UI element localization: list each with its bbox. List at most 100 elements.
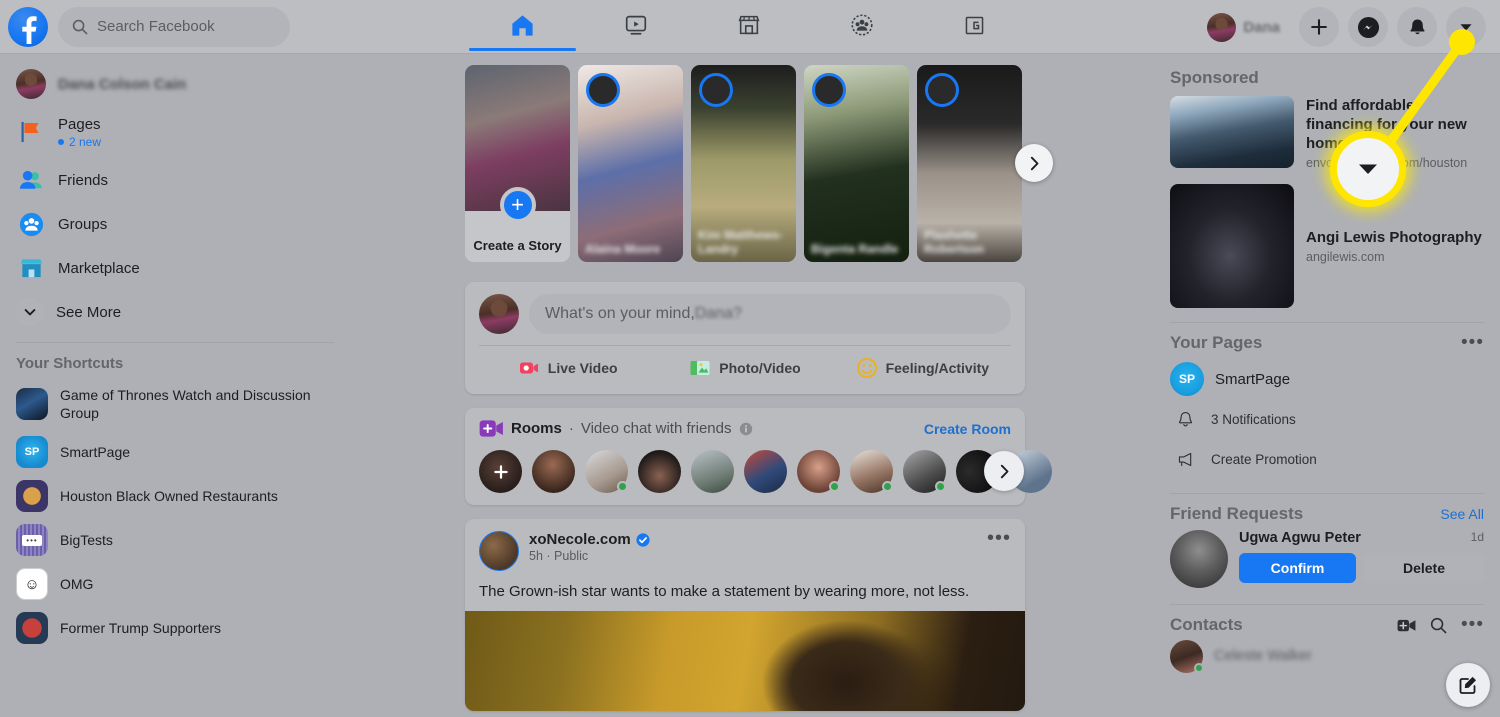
page-notifications-row[interactable]: 3 Notifications — [1170, 399, 1484, 439]
delete-button[interactable]: Delete — [1364, 553, 1484, 583]
room-participant-avatar[interactable] — [638, 450, 681, 493]
rooms-next-button[interactable] — [984, 451, 1024, 491]
sidebar-item-label: See More — [56, 303, 122, 321]
sidebar-item-profile[interactable]: Dana Colson Cain — [8, 62, 342, 106]
notifications-button[interactable] — [1397, 7, 1437, 47]
feeling-activity-button[interactable]: Feeling/Activity — [834, 346, 1011, 390]
shortcut-thumbnail: SP — [16, 436, 48, 468]
avatar[interactable] — [479, 531, 519, 571]
chevron-right-icon — [1030, 156, 1038, 170]
create-story-card[interactable]: + Create a Story — [465, 65, 570, 262]
story-author-ring — [925, 73, 959, 107]
plus-icon — [1311, 19, 1327, 35]
story-author-name: Alaina Moore — [585, 242, 661, 256]
create-room-avatar[interactable] — [479, 450, 522, 493]
tab-gaming[interactable] — [918, 0, 1031, 50]
composer-input[interactable]: What's on your mind, Dana? — [529, 294, 1011, 334]
online-dot-icon — [1194, 662, 1204, 673]
info-icon[interactable] — [739, 422, 753, 436]
live-video-button[interactable]: Live Video — [479, 346, 656, 390]
tab-groups[interactable] — [805, 0, 918, 50]
sidebar-item-pages[interactable]: Pages 2 new — [8, 106, 342, 158]
groups-icon — [850, 14, 873, 36]
shortcut-thumbnail: ••• — [16, 524, 48, 556]
messenger-button[interactable] — [1348, 7, 1388, 47]
news-feed: + Create a Story Alaina Moore Kim Matthe… — [465, 54, 1053, 717]
sponsored-ad[interactable]: Find affordable financing for your new h… — [1170, 96, 1484, 170]
shortcut-item[interactable]: Game of Thrones Watch and Discussion Gro… — [8, 378, 342, 430]
create-menu-button[interactable] — [1299, 7, 1339, 47]
sidebar-item-see-more[interactable]: See More — [8, 290, 342, 334]
action-label: Live Video — [547, 360, 618, 376]
room-participant-avatar[interactable] — [532, 450, 575, 493]
tab-watch[interactable] — [579, 0, 692, 50]
room-participant-avatar[interactable] — [585, 450, 628, 493]
shortcut-item[interactable]: Former Trump Supporters — [8, 606, 342, 650]
story-author-name: Bigenta Randle — [811, 242, 899, 256]
marketplace-icon — [16, 253, 46, 283]
post-header: xoNecole.com 5h · Public ••• — [465, 519, 1025, 571]
contact-item[interactable]: Celeste Walker — [1170, 635, 1484, 677]
sidebar-item-groups[interactable]: Groups — [8, 202, 342, 246]
avatar — [1170, 639, 1204, 673]
post-menu-button[interactable]: ••• — [987, 528, 1011, 548]
post-author[interactable]: xoNecole.com — [529, 531, 650, 548]
active-tab-indicator — [469, 48, 576, 51]
megaphone-icon — [1170, 444, 1200, 474]
tab-marketplace[interactable] — [692, 0, 805, 50]
room-participant-avatar[interactable] — [797, 450, 840, 493]
video-room-icon[interactable] — [1397, 618, 1416, 633]
create-room-button[interactable]: Create Room — [924, 421, 1011, 437]
ad-title: Angi Lewis Photography — [1306, 229, 1482, 246]
shortcut-label: Game of Thrones Watch and Discussion Gro… — [60, 387, 311, 421]
room-participant-avatar[interactable] — [903, 450, 946, 493]
story-card[interactable]: Kim Matthews-Landry — [691, 65, 796, 262]
marketplace-icon — [738, 15, 759, 35]
messenger-icon — [1357, 16, 1379, 38]
chevron-down-icon — [1359, 164, 1377, 174]
shortcut-item[interactable]: SP SmartPage — [8, 430, 342, 474]
feeling-activity-icon — [856, 358, 877, 378]
post-image[interactable] — [465, 611, 1025, 711]
verified-badge-icon — [636, 532, 650, 547]
shortcut-label: SmartPage — [60, 444, 131, 460]
room-participant-avatar[interactable] — [744, 450, 787, 493]
search-placeholder: Search Facebook — [97, 18, 215, 35]
story-card[interactable]: Plashette Robertson — [917, 65, 1022, 262]
room-participant-avatar[interactable] — [850, 450, 893, 493]
sidebar-item-marketplace[interactable]: Marketplace — [8, 246, 342, 290]
rooms-header: Rooms · Video chat with friends Create R… — [479, 419, 1011, 438]
account-profile-chip[interactable]: Dana — [1203, 9, 1290, 46]
story-card[interactable]: Alaina Moore — [578, 65, 683, 262]
confirm-button[interactable]: Confirm — [1239, 553, 1356, 583]
page-item-smartpage[interactable]: SP SmartPage — [1170, 359, 1484, 399]
your-pages-menu-button[interactable]: ••• — [1461, 333, 1484, 352]
tab-home[interactable] — [466, 0, 579, 51]
compose-message-button[interactable] — [1446, 663, 1490, 707]
photo-video-button[interactable]: Photo/Video — [656, 346, 833, 390]
gaming-icon — [965, 16, 984, 34]
room-participant-avatar[interactable] — [691, 450, 734, 493]
sidebar-item-friends[interactable]: Friends — [8, 158, 342, 202]
friend-request-time: 1d — [1470, 530, 1484, 544]
post-text: The Grown-ish star wants to make a state… — [479, 583, 970, 600]
account-menu-button[interactable] — [1446, 7, 1486, 47]
stories-next-button[interactable] — [1015, 144, 1053, 182]
friends-icon — [16, 165, 46, 195]
shortcut-item[interactable]: ••• BigTests — [8, 518, 342, 562]
contacts-menu-button[interactable]: ••• — [1461, 615, 1484, 634]
shortcut-item[interactable]: ☺ OMG — [8, 562, 342, 606]
main-nav-tabs — [466, 0, 1031, 54]
story-card[interactable]: Bigenta Randle — [804, 65, 909, 262]
chevron-down-icon — [16, 298, 44, 326]
search-input[interactable]: Search Facebook — [58, 6, 290, 47]
search-icon[interactable] — [1430, 617, 1447, 634]
sponsored-ad[interactable]: Angi Lewis Photography angilewis.com — [1170, 184, 1484, 308]
sidebar-divider — [1170, 493, 1484, 494]
shortcut-item[interactable]: Houston Black Owned Restaurants — [8, 474, 342, 518]
create-promotion-row[interactable]: Create Promotion — [1170, 439, 1484, 479]
avatar[interactable] — [1170, 530, 1228, 588]
friend-requests-see-all-link[interactable]: See All — [1440, 506, 1484, 522]
post-time: 5h — [529, 549, 543, 563]
facebook-logo-icon[interactable] — [8, 6, 48, 47]
